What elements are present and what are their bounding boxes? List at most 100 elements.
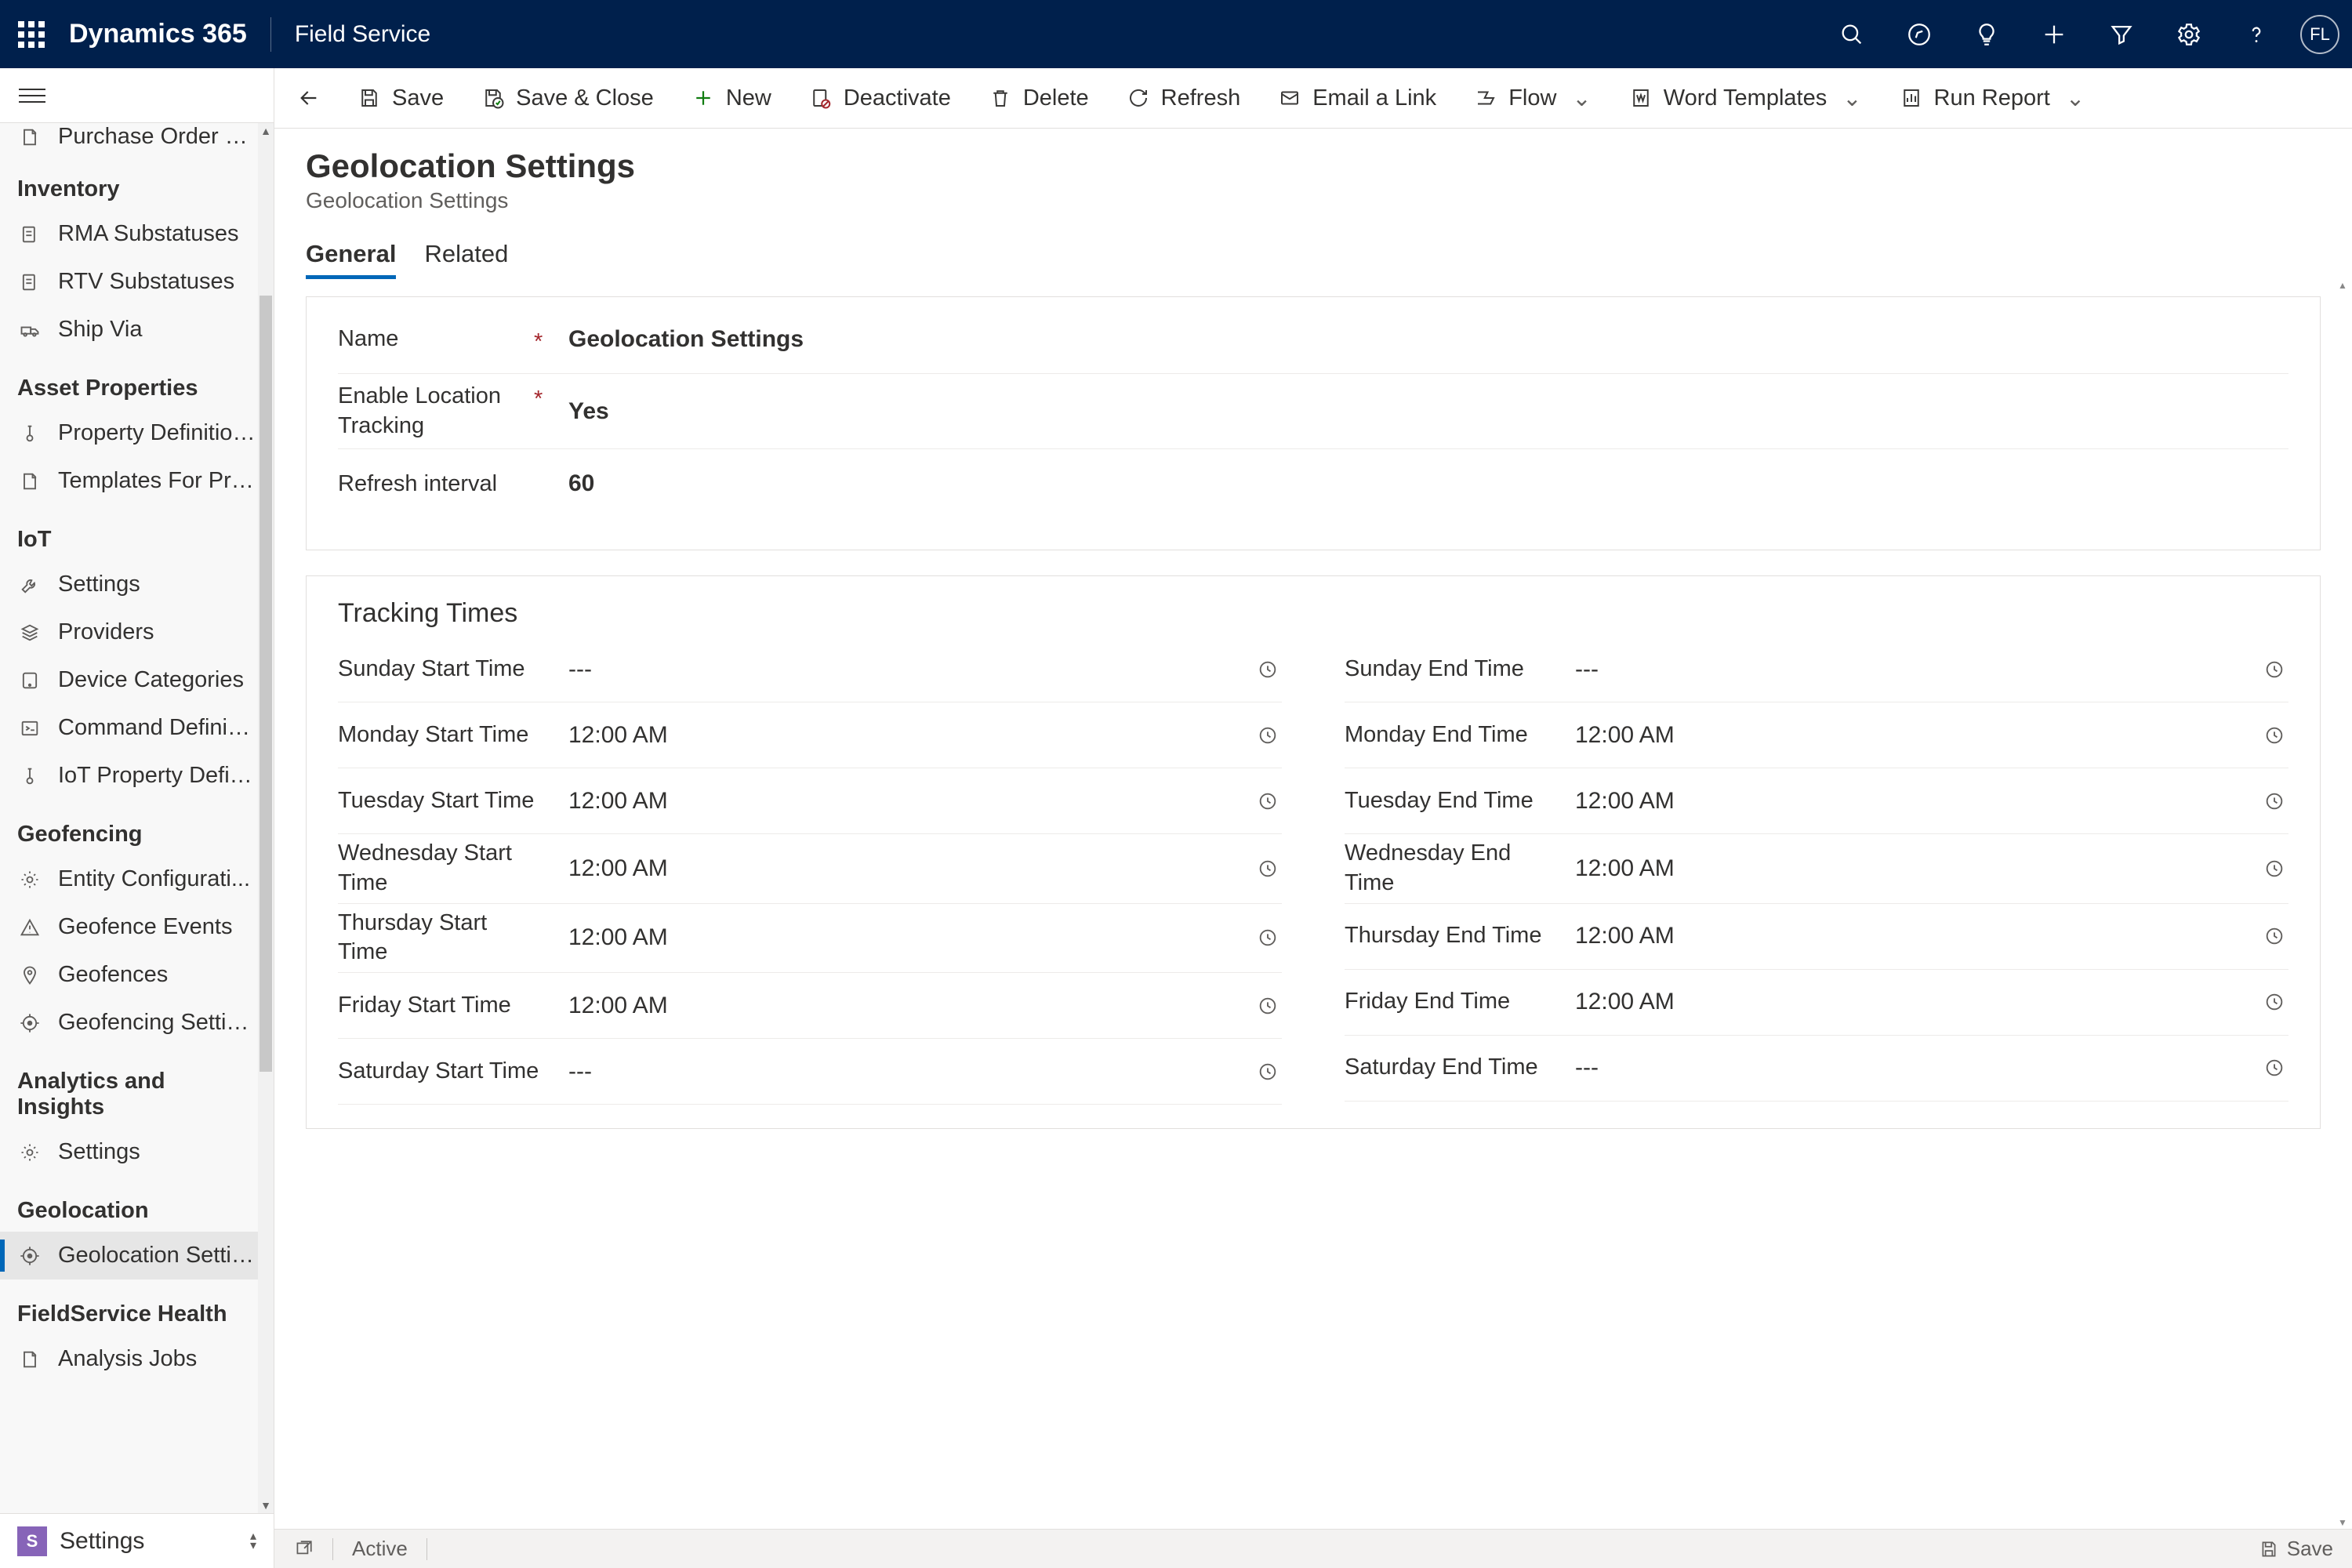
help-button[interactable] <box>2233 11 2280 58</box>
tab-general[interactable]: General <box>306 232 396 279</box>
truck-icon <box>19 319 41 341</box>
time-value: 12:00 AM <box>542 924 1254 951</box>
start-time-row[interactable]: Friday Start Time12:00 AM <box>338 973 1282 1039</box>
back-button[interactable] <box>287 76 331 120</box>
sidebar-item[interactable]: Device Categories <box>0 656 274 704</box>
field-refresh-interval[interactable]: Refresh interval 60 <box>338 449 2288 518</box>
time-picker-button[interactable] <box>2260 855 2288 883</box>
save-close-button[interactable]: Save & Close <box>463 76 673 120</box>
flow-button[interactable]: Flow ⌄ <box>1455 76 1610 120</box>
area-switcher[interactable]: S Settings ▴▾ <box>0 1513 274 1568</box>
end-time-row[interactable]: Sunday End Time--- <box>1345 637 2288 702</box>
chevron-down-icon: ⌄ <box>1572 85 1591 112</box>
new-button[interactable]: New <box>673 76 790 120</box>
end-time-row[interactable]: Thursday End Time12:00 AM <box>1345 904 2288 970</box>
sidebar-scrollbar[interactable]: ▲ ▼ <box>258 123 274 1513</box>
sidebar-group-header: IoT <box>0 505 274 561</box>
end-time-row[interactable]: Tuesday End Time12:00 AM <box>1345 768 2288 834</box>
time-picker-button[interactable] <box>1254 1058 1282 1086</box>
user-avatar[interactable]: FL <box>2300 15 2339 54</box>
app-launcher-button[interactable] <box>8 11 55 58</box>
start-time-row[interactable]: Monday Start Time12:00 AM <box>338 702 1282 768</box>
time-picker-button[interactable] <box>2260 988 2288 1016</box>
tab-related[interactable]: Related <box>424 232 508 279</box>
sidebar-nav: Purchase Order Su...InventoryRMA Substat… <box>0 123 274 1513</box>
field-enable-location-tracking[interactable]: Enable Location Tracking* Yes <box>338 374 2288 449</box>
back-arrow-icon <box>296 85 321 111</box>
sidebar-item[interactable]: Geofencing Settings <box>0 999 274 1047</box>
sidebar-item[interactable]: RTV Substatuses <box>0 258 274 306</box>
sidebar-item-label: Device Categories <box>58 667 244 693</box>
time-picker-button[interactable] <box>1254 787 1282 815</box>
end-time-row[interactable]: Monday End Time12:00 AM <box>1345 702 2288 768</box>
quick-create-button[interactable] <box>2031 11 2078 58</box>
scroll-thumb[interactable] <box>260 296 272 1072</box>
sidebar-item-cut[interactable]: Purchase Order Su... <box>0 123 274 154</box>
footer-save-button[interactable]: Save <box>2259 1537 2333 1561</box>
flow-icon <box>1474 86 1497 110</box>
topbar-actions: FL <box>1828 11 2339 58</box>
sidebar-item[interactable]: Ship Via <box>0 306 274 354</box>
scroll-down-icon[interactable]: ▼ <box>2336 1516 2349 1529</box>
run-report-button[interactable]: Run Report ⌄ <box>1881 76 2104 120</box>
start-time-row[interactable]: Tuesday Start Time12:00 AM <box>338 768 1282 834</box>
email-link-button[interactable]: Email a Link <box>1259 76 1455 120</box>
search-button[interactable] <box>1828 11 1875 58</box>
time-picker-button[interactable] <box>2260 721 2288 750</box>
popout-icon <box>293 1539 314 1559</box>
time-picker-button[interactable] <box>1254 721 1282 750</box>
sidebar-item[interactable]: Geolocation Settin... <box>0 1232 274 1279</box>
time-picker-button[interactable] <box>1254 924 1282 952</box>
time-picker-button[interactable] <box>1254 855 1282 883</box>
sidebar-collapse-button[interactable] <box>0 68 274 123</box>
sidebar-item[interactable]: Settings <box>0 561 274 608</box>
settings-button[interactable] <box>2165 11 2212 58</box>
scroll-up-icon[interactable]: ▲ <box>2336 279 2349 292</box>
time-picker-button[interactable] <box>1254 992 1282 1020</box>
start-time-row[interactable]: Sunday Start Time--- <box>338 637 1282 702</box>
sidebar-item[interactable]: Property Definitions <box>0 409 274 457</box>
scroll-up-icon[interactable]: ▲ <box>258 123 274 139</box>
sidebar-item[interactable]: RMA Substatuses <box>0 210 274 258</box>
start-time-row[interactable]: Wednesday Start Time12:00 AM <box>338 834 1282 903</box>
time-picker-button[interactable] <box>2260 655 2288 684</box>
time-value: 12:00 AM <box>542 855 1254 882</box>
sidebar-item[interactable]: Entity Configurati... <box>0 855 274 903</box>
time-picker-button[interactable] <box>2260 922 2288 950</box>
delete-button[interactable]: Delete <box>970 76 1108 120</box>
sidebar-item[interactable]: Geofences <box>0 951 274 999</box>
word-templates-button[interactable]: Word Templates ⌄ <box>1610 76 1881 120</box>
ideas-button[interactable] <box>1963 11 2010 58</box>
warn-icon <box>19 916 41 938</box>
start-time-row[interactable]: Thursday Start Time12:00 AM <box>338 904 1282 973</box>
time-value: --- <box>1548 1054 2260 1081</box>
save-button[interactable]: Save <box>339 76 463 120</box>
time-picker-button[interactable] <box>2260 787 2288 815</box>
end-time-row[interactable]: Friday End Time12:00 AM <box>1345 970 2288 1036</box>
time-picker-button[interactable] <box>2260 1054 2288 1082</box>
field-value: 60 <box>542 470 594 497</box>
refresh-button[interactable]: Refresh <box>1108 76 1260 120</box>
sidebar-item[interactable]: Providers <box>0 608 274 656</box>
popout-button[interactable] <box>293 1539 314 1559</box>
nav-icon <box>17 469 42 494</box>
form-scrollbar[interactable]: ▲ ▼ <box>2336 279 2349 1529</box>
task-button[interactable] <box>1896 11 1943 58</box>
start-time-row[interactable]: Saturday Start Time--- <box>338 1039 1282 1105</box>
sidebar-item-label: Geofence Events <box>58 914 232 940</box>
filter-button[interactable] <box>2098 11 2145 58</box>
sidebar-item[interactable]: Analysis Jobs <box>0 1335 274 1383</box>
sidebar-item[interactable]: Command Definiti... <box>0 704 274 752</box>
sidebar-item[interactable]: Templates For Pro... <box>0 457 274 505</box>
device-icon <box>19 670 41 691</box>
end-time-row[interactable]: Saturday End Time--- <box>1345 1036 2288 1102</box>
sidebar-item[interactable]: Settings <box>0 1128 274 1176</box>
time-picker-button[interactable] <box>1254 655 1282 684</box>
deactivate-button[interactable]: Deactivate <box>790 76 970 120</box>
sidebar-item[interactable]: Geofence Events <box>0 903 274 951</box>
sidebar-item[interactable]: IoT Property Defin... <box>0 752 274 800</box>
nav-icon <box>17 318 42 343</box>
field-name[interactable]: Name* Geolocation Settings <box>338 305 2288 374</box>
end-time-row[interactable]: Wednesday End Time12:00 AM <box>1345 834 2288 903</box>
scroll-down-icon[interactable]: ▼ <box>258 1497 274 1513</box>
